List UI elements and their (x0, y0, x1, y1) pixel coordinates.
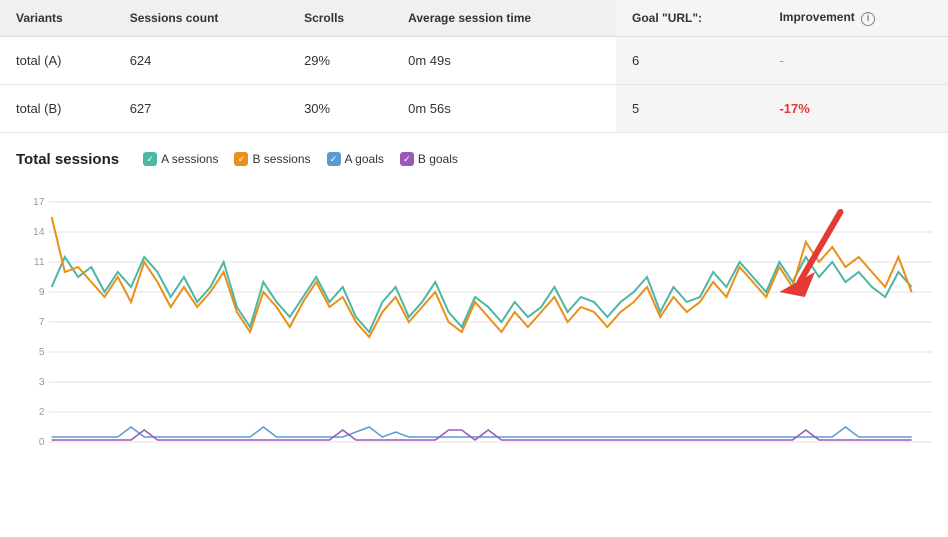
legend-check-b-sessions: ✓ (234, 152, 248, 166)
legend-label-b-goals: B goals (418, 152, 458, 166)
svg-text:0: 0 (39, 437, 45, 448)
legend-check-a-goals: ✓ (327, 152, 341, 166)
cell-goal-url-b: 5 (616, 84, 763, 132)
cell-avg-time-b: 0m 56s (392, 84, 616, 132)
legend-check-b-goals: ✓ (400, 152, 414, 166)
chart-title: Total sessions (16, 151, 119, 168)
table-row: total (B) 627 30% 0m 56s 5 -17% (0, 84, 948, 132)
variants-table: Variants Sessions count Scrolls Average … (0, 0, 948, 133)
col-header-improvement: Improvement i (763, 0, 948, 36)
cell-avg-time-a: 0m 49s (392, 36, 616, 84)
line-chart-svg: 0 2 3 5 7 9 11 14 17 (16, 182, 932, 462)
legend-label-a-sessions: A sessions (161, 152, 218, 166)
cell-variant-b: total (B) (0, 84, 114, 132)
col-header-scrolls: Scrolls (288, 0, 392, 36)
svg-text:11: 11 (34, 257, 45, 268)
svg-text:3: 3 (39, 377, 45, 388)
cell-scrolls-b: 30% (288, 84, 392, 132)
svg-text:17: 17 (33, 197, 45, 208)
cell-improvement-b: -17% (763, 84, 948, 132)
cell-sessions-count-b: 627 (114, 84, 288, 132)
improvement-info-icon[interactable]: i (861, 12, 875, 26)
svg-text:2: 2 (39, 407, 45, 418)
cell-improvement-a: - (763, 36, 948, 84)
chart-section: Total sessions ✓ A sessions ✓ B sessions… (0, 133, 948, 492)
cell-goal-url-a: 6 (616, 36, 763, 84)
svg-text:5: 5 (39, 347, 45, 358)
legend-item-a-goals: ✓ A goals (327, 152, 384, 166)
legend-item-a-sessions: ✓ A sessions (143, 152, 218, 166)
legend-label-a-goals: A goals (345, 152, 384, 166)
improvement-value-a: - (779, 53, 783, 68)
chart-legend: ✓ A sessions ✓ B sessions ✓ A goals ✓ B … (143, 152, 458, 166)
svg-text:7: 7 (39, 317, 45, 328)
legend-item-b-goals: ✓ B goals (400, 152, 458, 166)
chart-container: 0 2 3 5 7 9 11 14 17 (16, 182, 932, 482)
b-sessions-line (52, 217, 912, 337)
arrow-annotation (779, 212, 840, 297)
col-header-avg-session-time: Average session time (392, 0, 616, 36)
cell-variant-a: total (A) (0, 36, 114, 84)
table-header-row: Variants Sessions count Scrolls Average … (0, 0, 948, 36)
col-header-sessions-count: Sessions count (114, 0, 288, 36)
chart-header: Total sessions ✓ A sessions ✓ B sessions… (16, 151, 932, 168)
cell-scrolls-a: 29% (288, 36, 392, 84)
svg-text:14: 14 (33, 227, 45, 238)
improvement-label: Improvement (779, 10, 854, 24)
improvement-value-b: -17% (779, 101, 809, 116)
cell-sessions-count-a: 624 (114, 36, 288, 84)
svg-text:9: 9 (39, 287, 45, 298)
data-table-section: Variants Sessions count Scrolls Average … (0, 0, 948, 133)
b-goals-line (52, 430, 912, 440)
a-sessions-line (52, 257, 912, 332)
col-header-goal-url: Goal "URL": (616, 0, 763, 36)
table-row: total (A) 624 29% 0m 49s 6 - (0, 36, 948, 84)
legend-label-b-sessions: B sessions (252, 152, 310, 166)
legend-item-b-sessions: ✓ B sessions (234, 152, 310, 166)
col-header-variants: Variants (0, 0, 114, 36)
legend-check-a-sessions: ✓ (143, 152, 157, 166)
